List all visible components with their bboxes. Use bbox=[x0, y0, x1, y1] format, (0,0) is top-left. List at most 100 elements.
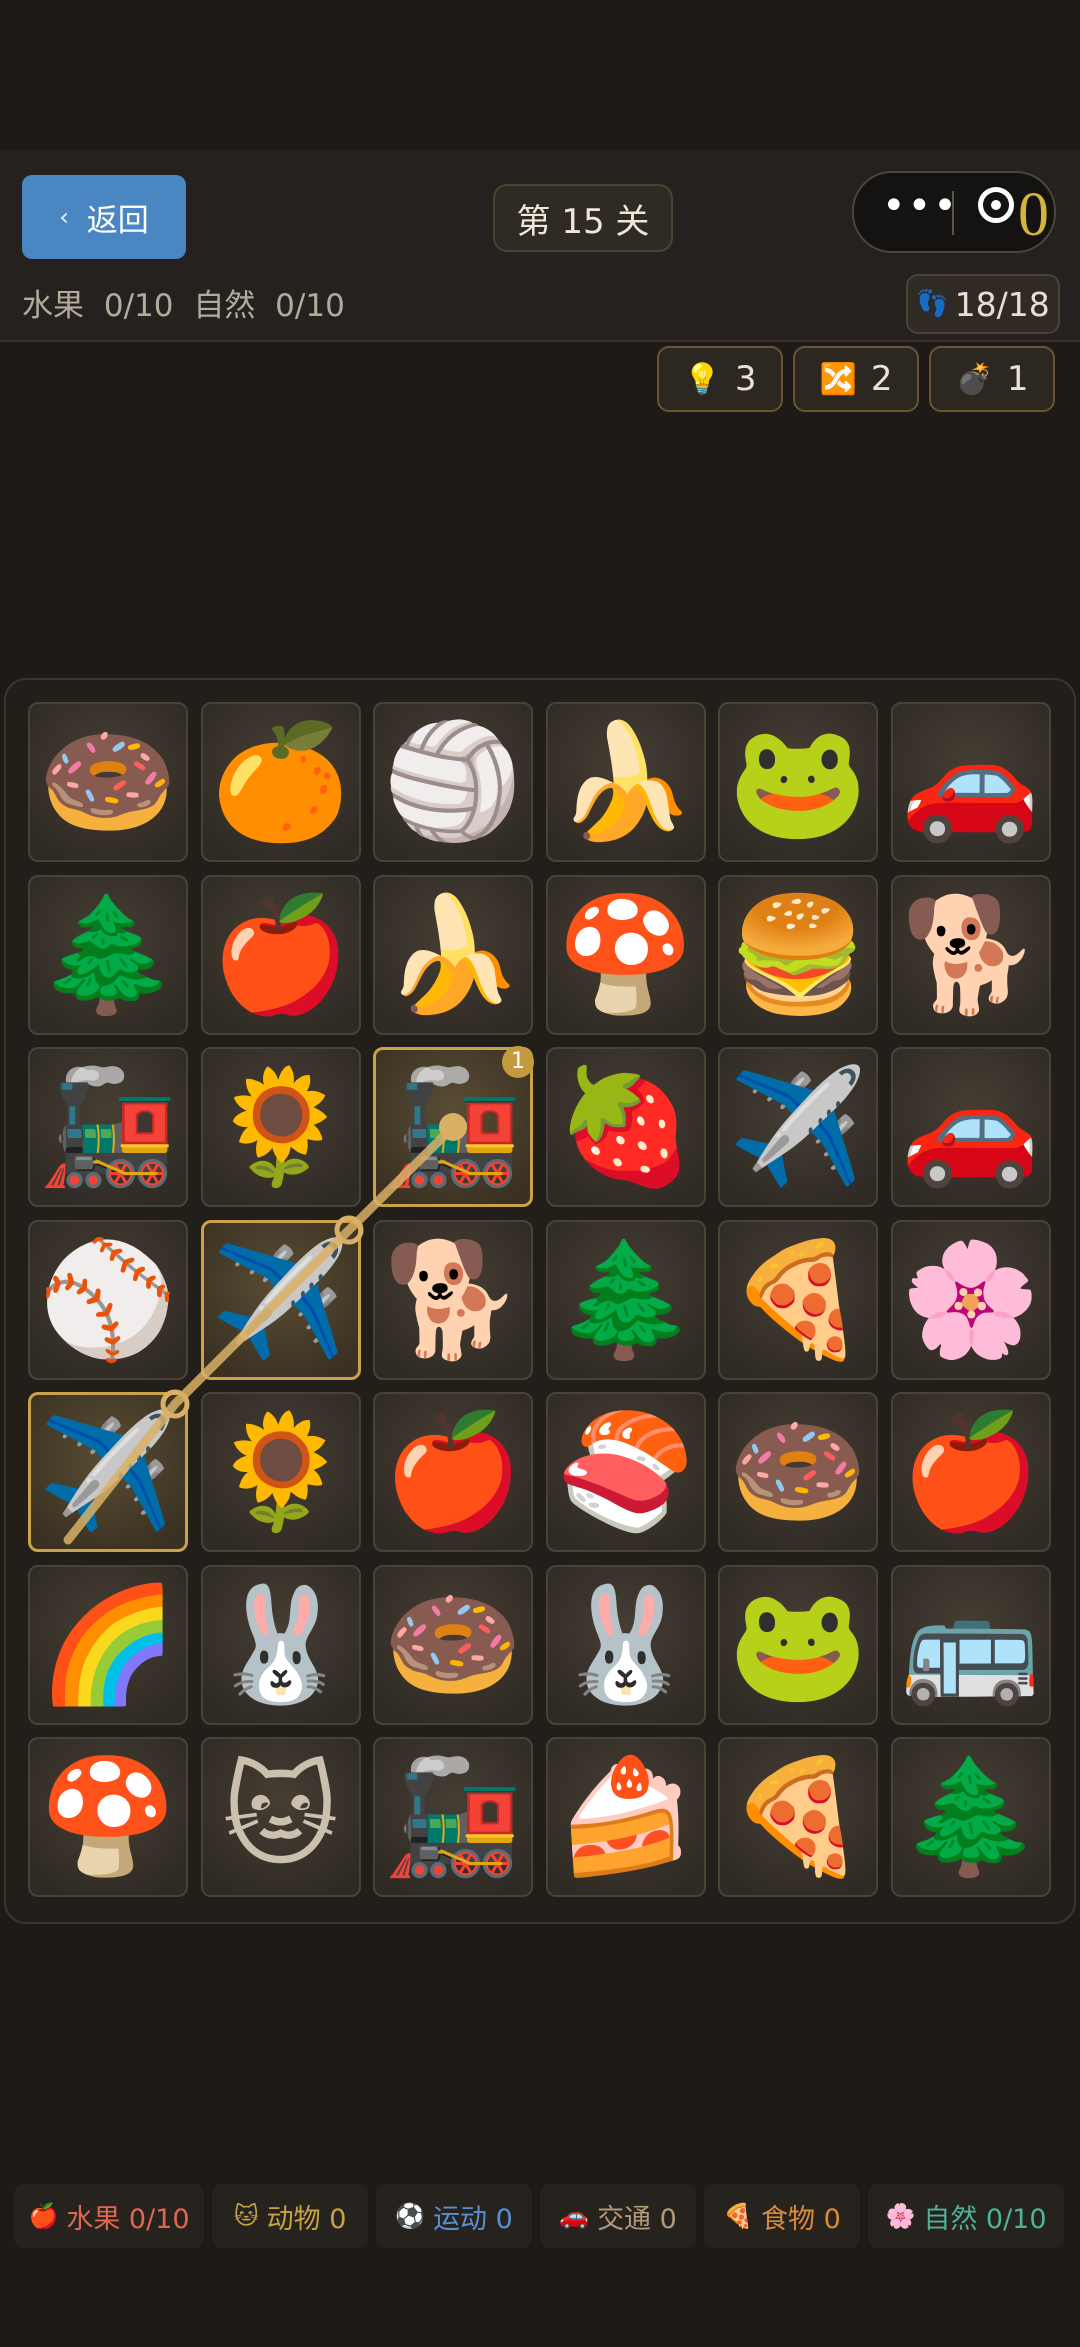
tile-donut[interactable]: 🍩 bbox=[718, 1392, 878, 1552]
tile-bus[interactable]: 🚌 bbox=[890, 1564, 1051, 1725]
donut-icon: 🍩 bbox=[383, 1579, 523, 1710]
tile-orange[interactable]: 🍊 bbox=[200, 702, 361, 862]
shuffle-button[interactable]: 🔀 2 bbox=[793, 346, 919, 412]
train-icon: 🚂 bbox=[383, 1752, 523, 1882]
tile-baseball[interactable]: ⚾ bbox=[28, 1219, 188, 1380]
tile-apple[interactable]: 🍎 bbox=[373, 1392, 533, 1552]
airplane-icon: ✈️ bbox=[728, 1062, 868, 1192]
dog-icon: 🐕 bbox=[383, 1234, 523, 1365]
transport-icon: 🚗 bbox=[559, 2202, 590, 2230]
capsule-divider bbox=[952, 191, 954, 235]
game-board: 🍩 🍊 🏐 🍌 🐸 🚗 🌲 🍎 🍌 🍄 🍔 🐕 🚂 🌻 🚂 1 🍓 ✈️ 🚗 ⚾ ✈️ 🐕 🌲 🍕 🌸 ✈️ 🌻 🍎 🍣 🍩 🍎 🌈 🐰 🍩 🐰 🐸 🚌… bbox=[4, 678, 1076, 1924]
tile-train[interactable]: 🚂 bbox=[28, 1047, 188, 1207]
donut-icon: 🍩 bbox=[38, 717, 178, 847]
tile-dog[interactable]: 🐕 bbox=[373, 1219, 533, 1380]
selection-order-badge: 1 bbox=[502, 1046, 534, 1078]
tile-car[interactable]: 🚗 bbox=[890, 1047, 1051, 1207]
tile-frog[interactable]: 🐸 bbox=[718, 702, 878, 862]
rabbit-icon: 🐰 bbox=[555, 1579, 696, 1710]
tile-tree[interactable]: 🌲 bbox=[28, 874, 188, 1035]
car-icon: 🚗 bbox=[900, 1062, 1041, 1192]
rabbit-icon: 🐰 bbox=[210, 1579, 351, 1710]
more-icon[interactable]: ••• bbox=[882, 183, 959, 229]
tile-apple[interactable]: 🍎 bbox=[200, 874, 361, 1035]
tree-icon: 🌲 bbox=[555, 1234, 696, 1365]
banana-icon: 🍌 bbox=[383, 889, 523, 1020]
car-icon: 🚗 bbox=[900, 717, 1041, 847]
tile-banana[interactable]: 🍌 bbox=[373, 874, 533, 1035]
tile-sushi[interactable]: 🍣 bbox=[545, 1392, 706, 1552]
tile-donut[interactable]: 🍩 bbox=[373, 1564, 533, 1725]
pizza-icon: 🍕 bbox=[728, 1752, 868, 1882]
tile-cat[interactable]: 🐱 bbox=[200, 1737, 361, 1897]
strawberry-icon: 🍓 bbox=[555, 1062, 696, 1192]
cake-icon: 🍰 bbox=[555, 1752, 696, 1882]
donut-icon: 🍩 bbox=[728, 1407, 868, 1537]
mushroom-icon: 🍄 bbox=[555, 889, 696, 1020]
score-value: 0 bbox=[1018, 181, 1049, 249]
hint-button[interactable]: 💡 3 bbox=[657, 346, 783, 412]
goal-progress: 水果 0/10 自然 0/10 bbox=[22, 288, 345, 324]
animal-icon: 🐱 bbox=[233, 2202, 259, 2230]
tile-mushroom[interactable]: 🍄 bbox=[28, 1737, 188, 1897]
tile-volleyball[interactable]: 🏐 bbox=[373, 702, 533, 862]
tile-train[interactable]: 🚂 1 bbox=[373, 1046, 534, 1207]
tile-apple[interactable]: 🍎 bbox=[890, 1392, 1051, 1552]
category-fruit: 🍎 水果 0/10 bbox=[14, 2184, 204, 2248]
tile-sunflower[interactable]: 🌻 bbox=[200, 1392, 361, 1552]
tile-rabbit[interactable]: 🐰 bbox=[545, 1564, 706, 1725]
tile-pizza[interactable]: 🍕 bbox=[718, 1737, 878, 1897]
tile-rainbow[interactable]: 🌈 bbox=[28, 1564, 188, 1725]
powerup-toolbar: 💡 3 🔀 2 💣 1 bbox=[0, 346, 1080, 416]
cat-icon: 🐱 bbox=[222, 1752, 339, 1882]
category-label: 交通 0 bbox=[597, 2203, 677, 2235]
category-label: 自然 0/10 bbox=[923, 2203, 1047, 2235]
level-title: 第 15 关 bbox=[493, 184, 673, 252]
apple-icon: 🍎 bbox=[383, 1407, 523, 1537]
tile-dog[interactable]: 🐕 bbox=[890, 874, 1051, 1035]
tile-airplane[interactable]: ✈️ bbox=[200, 1219, 361, 1380]
burger-icon: 🍔 bbox=[728, 889, 868, 1020]
category-bar: 🍎 水果 0/10 🐱 动物 0 ⚽ 运动 0 🚗 交通 0 🍕 食物 0 🌸 自然 0/10 bbox=[14, 2184, 1064, 2250]
tile-airplane[interactable]: ✈️ bbox=[718, 1047, 878, 1207]
tile-burger[interactable]: 🍔 bbox=[718, 874, 878, 1035]
tile-rabbit[interactable]: 🐰 bbox=[200, 1564, 361, 1725]
sunflower-icon: 🌻 bbox=[210, 1407, 351, 1537]
tile-pizza[interactable]: 🍕 bbox=[718, 1219, 878, 1380]
tile-sunflower[interactable]: 🌻 bbox=[200, 1047, 361, 1207]
tree-icon: 🌲 bbox=[38, 889, 178, 1020]
bomb-count: 1 bbox=[1006, 359, 1029, 399]
dog-icon: 🐕 bbox=[900, 889, 1041, 1020]
tile-cake[interactable]: 🍰 bbox=[545, 1737, 706, 1897]
category-animal: 🐱 动物 0 bbox=[212, 2184, 368, 2248]
sunflower-icon: 🌻 bbox=[210, 1062, 351, 1192]
apple-icon: 🍎 bbox=[900, 1407, 1041, 1537]
mushroom-icon: 🍄 bbox=[38, 1752, 178, 1882]
category-nature: 🌸 自然 0/10 bbox=[868, 2184, 1064, 2248]
nature-icon: 🌸 bbox=[885, 2202, 916, 2230]
footprints-icon: 👣 bbox=[916, 289, 949, 319]
bus-icon: 🚌 bbox=[900, 1579, 1041, 1710]
tile-mushroom[interactable]: 🍄 bbox=[545, 874, 706, 1035]
tile-banana[interactable]: 🍌 bbox=[545, 702, 706, 862]
baseball-icon: ⚾ bbox=[38, 1234, 178, 1365]
tile-tree[interactable]: 🌲 bbox=[545, 1219, 706, 1380]
tile-train[interactable]: 🚂 bbox=[373, 1737, 533, 1897]
banana-icon: 🍌 bbox=[555, 717, 696, 847]
tile-tree[interactable]: 🌲 bbox=[890, 1737, 1051, 1897]
tile-frog[interactable]: 🐸 bbox=[718, 1564, 878, 1725]
airplane-icon: ✈️ bbox=[210, 1234, 351, 1365]
tile-car[interactable]: 🚗 bbox=[890, 702, 1051, 862]
back-button[interactable]: ‹ 返回 bbox=[22, 175, 186, 259]
rainbow-icon: 🌈 bbox=[38, 1579, 178, 1710]
tile-airplane[interactable]: ✈️ bbox=[28, 1392, 188, 1552]
tile-blossom[interactable]: 🌸 bbox=[890, 1219, 1051, 1380]
bomb-button[interactable]: 💣 1 bbox=[929, 346, 1055, 412]
back-label: 返回 bbox=[86, 202, 149, 239]
lightbulb-icon: 💡 bbox=[683, 361, 721, 397]
tile-donut[interactable]: 🍩 bbox=[28, 702, 188, 862]
tile-strawberry[interactable]: 🍓 bbox=[545, 1047, 706, 1207]
game-header: ‹ 返回 第 15 关 ••• 0 水果 0/10 自然 0/10 👣 18/1… bbox=[0, 150, 1080, 342]
moves-value: 18/18 bbox=[954, 284, 1050, 324]
close-target-icon[interactable] bbox=[978, 187, 1014, 223]
